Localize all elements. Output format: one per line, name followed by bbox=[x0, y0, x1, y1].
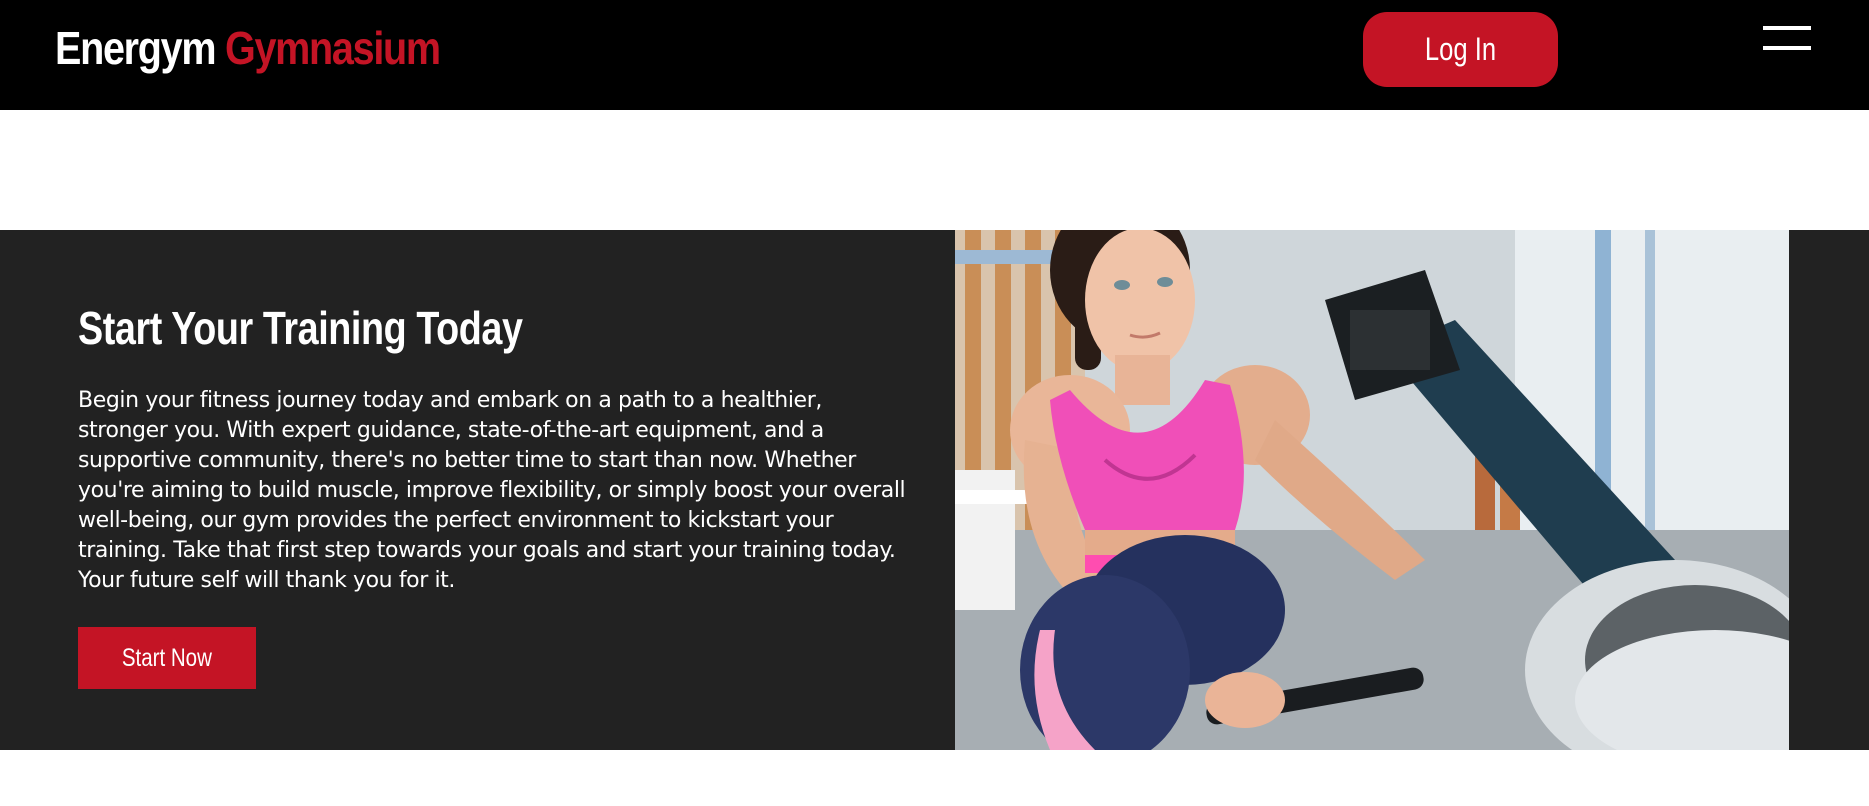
brand-name-secondary: Gymnasium bbox=[224, 22, 441, 74]
hero-description: Begin your fitness journey today and emb… bbox=[78, 388, 906, 593]
start-now-button[interactable]: Start Now bbox=[78, 627, 256, 689]
hero-section: Start Your Training Today Begin your fit… bbox=[0, 230, 1869, 750]
hero-title: Start Your Training Today bbox=[78, 302, 523, 354]
start-now-label: Start Now bbox=[121, 644, 212, 672]
menu-bar-top bbox=[1763, 26, 1811, 30]
brand-name-primary: Energym bbox=[55, 22, 217, 74]
brand-logo[interactable]: Energym Gymnasium bbox=[55, 20, 441, 76]
hero-photo bbox=[955, 230, 1789, 750]
login-button-label: Log In bbox=[1424, 31, 1497, 67]
login-button[interactable]: Log In bbox=[1363, 12, 1558, 87]
hamburger-menu-icon[interactable] bbox=[1763, 26, 1811, 54]
navbar: Energym Gymnasium Log In bbox=[0, 0, 1869, 110]
rowing-woman-illustration bbox=[955, 230, 1789, 750]
menu-bar-bottom bbox=[1763, 46, 1811, 50]
